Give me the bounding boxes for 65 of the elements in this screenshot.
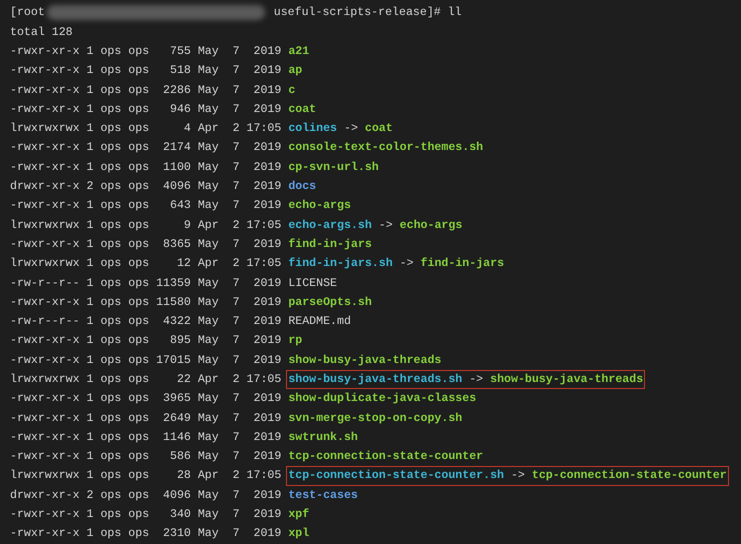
file-name: show-busy-java-threads <box>288 352 442 369</box>
file-info: -rwxr-xr-x 1 ops ops 643 May 7 2019 <box>10 198 282 214</box>
file-info: lrwxrwxrwx 1 ops ops 9 Apr 2 17:05 <box>10 218 282 234</box>
link-target: coat <box>364 121 393 138</box>
file-name: console-text-color-themes.sh <box>288 140 484 156</box>
file-name: show-duplicate-java-classes <box>288 391 476 408</box>
file-info: -rw-r--r-- 1 ops ops 11359 May 7 2019 <box>10 276 282 292</box>
file-info: -rwxr-xr-x 1 ops ops 11580 May 7 2019 <box>10 294 282 311</box>
file-info: -rwxr-xr-x 1 ops ops 8365 May 7 2019 <box>10 236 282 253</box>
prompt-command: useful-scripts-release]# ll <box>272 5 462 22</box>
file-name: tcp-connection-state-counter <box>288 449 484 466</box>
file-name: show-busy-java-threads.sh <box>288 372 462 388</box>
link-arrow: -> <box>469 372 484 388</box>
link-arrow: -> <box>378 218 393 234</box>
file-name: cp-svn-url.sh <box>288 160 379 176</box>
link-target: find-in-jars <box>420 256 504 272</box>
file-name: find-in-jars.sh <box>288 256 393 272</box>
file-info: -rwxr-xr-x 1 ops ops 340 May 7 2019 <box>10 507 282 524</box>
link-arrow: -> <box>344 121 358 138</box>
file-info: lrwxrwxrwx 1 ops ops 28 Apr 2 17:05 <box>10 468 282 484</box>
file-name: echo-args <box>288 198 351 214</box>
file-info: lrwxrwxrwx 1 ops ops 12 Apr 2 17:05 <box>10 256 282 272</box>
file-info: -rwxr-xr-x 1 ops ops 1146 May 7 2019 <box>10 430 282 446</box>
file-name: tcp-connection-state-counter.sh <box>288 468 504 484</box>
file-info: lrwxrwxrwx 1 ops ops 22 Apr 2 17:05 <box>10 372 282 388</box>
file-name: c <box>288 82 296 99</box>
file-name: svn-merge-stop-on-copy.sh <box>288 410 462 427</box>
file-name: a21 <box>288 44 310 60</box>
file-info: -rwxr-xr-x 1 ops ops 17015 May 7 2019 <box>10 352 282 369</box>
file-name: echo-args.sh <box>288 218 372 234</box>
file-name: LICENSE <box>288 276 338 292</box>
file-name: swtrunk.sh <box>288 430 358 446</box>
file-name: xpl <box>288 526 310 542</box>
file-name: rp <box>288 333 302 350</box>
file-name: docs <box>288 179 316 196</box>
file-info: -rwxr-xr-x 1 ops ops 518 May 7 2019 <box>10 63 282 80</box>
file-info: -rwxr-xr-x 1 ops ops 3965 May 7 2019 <box>10 391 282 408</box>
link-target: tcp-connection-state-counter <box>532 468 727 484</box>
file-name: find-in-jars <box>288 236 372 253</box>
file-info: -rwxr-xr-x 1 ops ops 2310 May 7 2019 <box>10 526 282 542</box>
file-name: test-cases <box>288 488 358 504</box>
file-info: -rwxr-xr-x 1 ops ops 2174 May 7 2019 <box>10 140 282 156</box>
file-name: ap <box>288 63 302 80</box>
file-name: README.md <box>288 314 351 330</box>
file-name: parseOpts.sh <box>288 294 372 311</box>
file-name: xpf <box>288 507 310 524</box>
file-name: colines <box>288 121 338 138</box>
link-arrow: -> <box>510 468 525 484</box>
file-info: -rwxr-xr-x 1 ops ops 895 May 7 2019 <box>10 333 282 350</box>
file-info: -rw-r--r-- 1 ops ops 4322 May 7 2019 <box>10 314 282 330</box>
file-name: coat <box>288 102 316 118</box>
file-info: lrwxrwxrwx 1 ops ops 4 Apr 2 17:05 <box>10 121 282 138</box>
link-target: echo-args <box>400 218 462 234</box>
file-info: -rwxr-xr-x 1 ops ops 2649 May 7 2019 <box>10 410 282 427</box>
file-info: drwxr-xr-x 2 ops ops 4096 May 7 2019 <box>10 488 282 504</box>
file-info: -rwxr-xr-x 1 ops ops 586 May 7 2019 <box>10 449 282 466</box>
file-info: drwxr-xr-x 2 ops ops 4096 May 7 2019 <box>10 179 282 196</box>
file-info: -rwxr-xr-x 1 ops ops 946 May 7 2019 <box>10 102 282 118</box>
total-line: total 128 <box>10 24 73 41</box>
link-target: show-busy-java-threads <box>490 372 644 388</box>
file-info: -rwxr-xr-x 1 ops ops 1100 May 7 2019 <box>10 160 282 176</box>
file-info: -rwxr-xr-x 1 ops ops 2286 May 7 2019 <box>10 82 282 99</box>
file-info: -rwxr-xr-x 1 ops ops 755 May 7 2019 <box>10 44 282 60</box>
link-arrow: -> <box>400 256 414 272</box>
prompt-user: [root <box>10 5 45 22</box>
